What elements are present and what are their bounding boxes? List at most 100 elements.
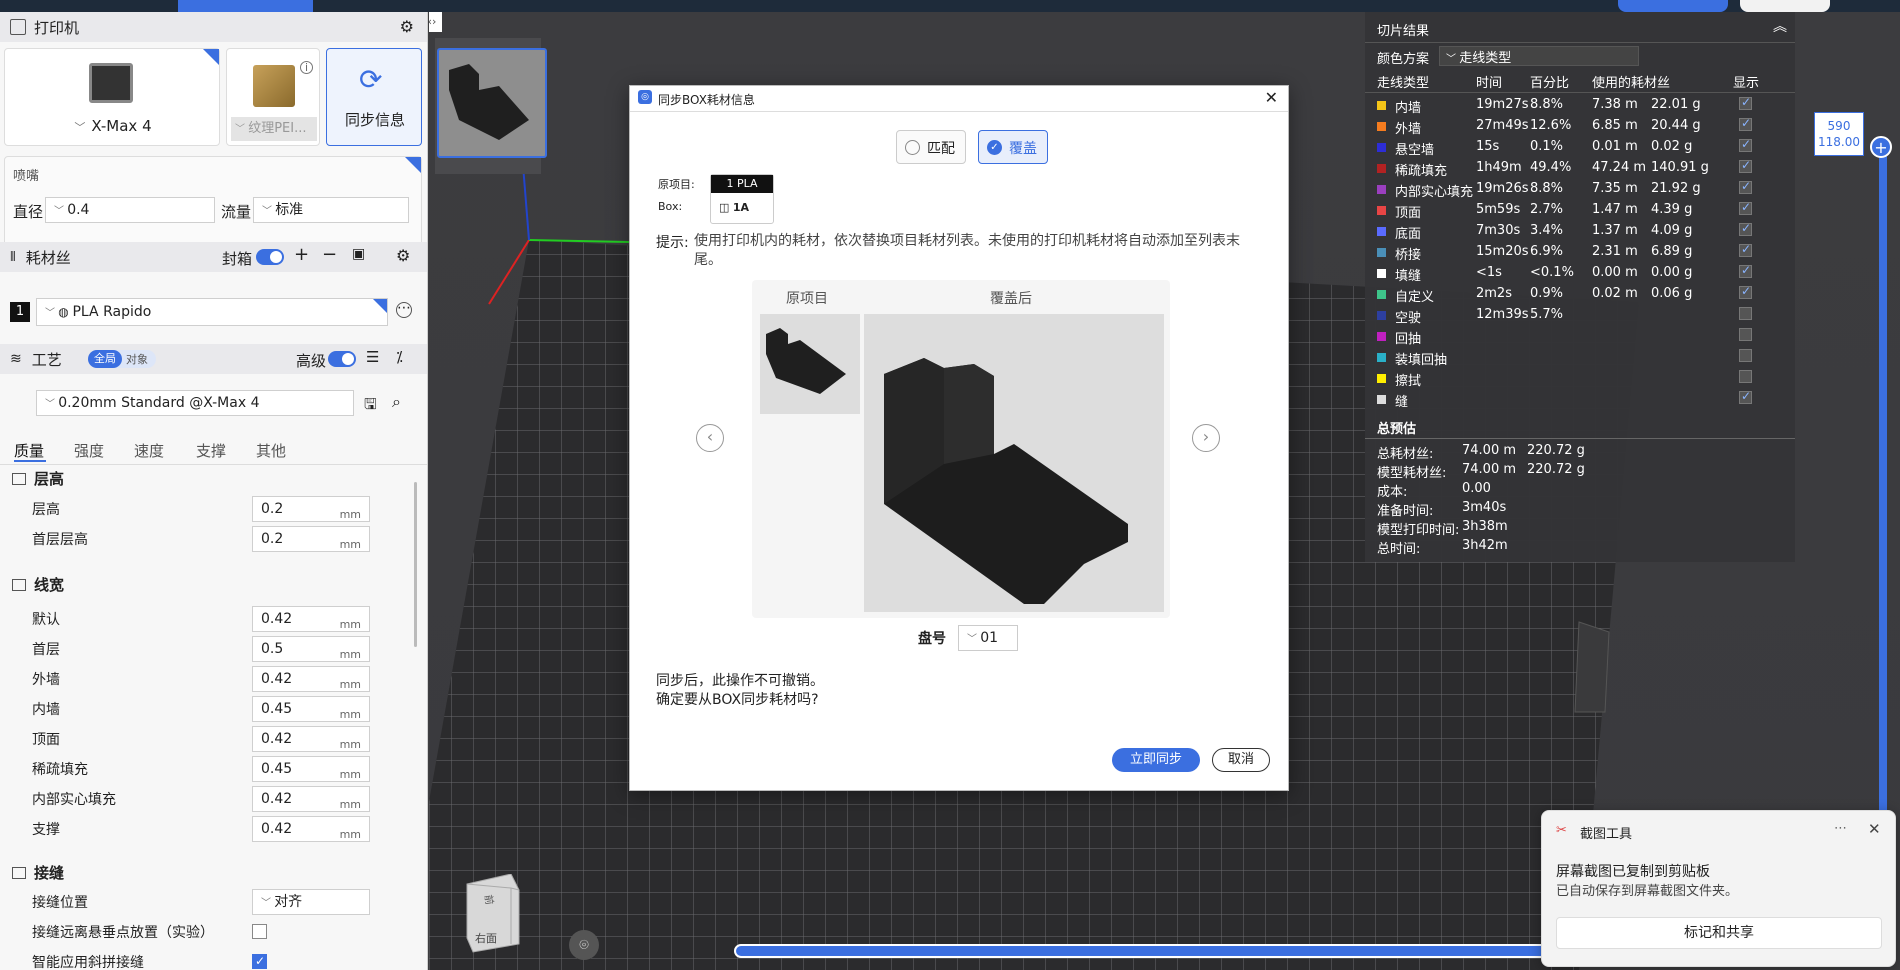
close-icon[interactable]: ✕ <box>1265 88 1278 107</box>
compare-icon[interactable]: ⁒ <box>396 348 403 366</box>
list-icon[interactable]: ☰ <box>366 348 379 366</box>
markup-share-button[interactable]: 标记和共享 <box>1556 917 1882 949</box>
more-icon[interactable]: ⋯ <box>1834 821 1847 836</box>
navigation-cube[interactable]: 前 右面 <box>459 873 520 953</box>
mapping-card[interactable]: 1 PLA ◫ 1A <box>710 174 774 224</box>
cancel-button[interactable]: 取消 <box>1212 748 1270 772</box>
line-width-input[interactable]: 0.42 mm <box>252 786 370 812</box>
more-options-icon[interactable]: ⋯ <box>396 301 412 318</box>
line-type-swatch <box>1377 227 1386 236</box>
tray-select[interactable]: ﹀ 01 <box>958 625 1018 651</box>
sync-info-button[interactable]: ⟳ 同步信息 <box>326 48 422 146</box>
overwrite-option[interactable]: ✓ 覆盖 <box>978 130 1048 164</box>
line-type-time: <1s <box>1476 265 1502 280</box>
seam-position-select[interactable]: ﹀ 对齐 <box>252 889 370 915</box>
close-icon[interactable]: ✕ <box>1868 820 1881 838</box>
seam-far-checkbox[interactable] <box>252 924 267 939</box>
global-toggle[interactable]: 全局 <box>88 350 122 368</box>
line-type-name: 擦拭 <box>1395 374 1422 389</box>
layer-vertical-slider[interactable] <box>1879 154 1887 842</box>
color-scheme-select[interactable]: ﹀ 走线类型 <box>1439 46 1639 66</box>
calibrate-icon[interactable]: ▣ <box>352 246 365 262</box>
display-checkbox[interactable] <box>1739 263 1752 278</box>
display-checkbox[interactable] <box>1739 307 1752 320</box>
plate-thumbnail[interactable] <box>437 48 547 158</box>
line-type-percent: 0.9% <box>1530 286 1564 301</box>
advanced-toggle[interactable] <box>328 351 356 367</box>
minus-icon[interactable]: − <box>322 244 337 265</box>
line-width-input[interactable]: 0.42 mm <box>252 666 370 692</box>
box-label: Box: <box>658 200 683 213</box>
object-toggle[interactable]: 对象 <box>126 351 148 367</box>
display-checkbox[interactable] <box>1739 116 1752 131</box>
tab-support[interactable]: 支撑 <box>196 440 226 461</box>
active-tab-indicator[interactable] <box>178 0 313 12</box>
gear-icon[interactable]: ⚙ <box>396 246 410 265</box>
save-icon[interactable]: 🖫 <box>364 394 377 419</box>
display-checkbox[interactable] <box>1739 158 1752 173</box>
display-checkbox[interactable] <box>1739 370 1752 383</box>
line-width-input[interactable]: 0.42 mm <box>252 606 370 632</box>
line-width-input[interactable]: 0.45 mm <box>252 756 370 782</box>
add-icon[interactable]: + <box>294 244 309 265</box>
display-checkbox[interactable] <box>1739 389 1752 404</box>
dialog-title: 同步BOX耗材信息 <box>658 93 755 107</box>
previous-arrow-icon[interactable]: ‹ <box>696 424 724 452</box>
collapse-panel-icon[interactable]: ‹› <box>429 12 442 32</box>
line-width-value: 0.5 <box>261 641 284 657</box>
tab-other[interactable]: 其他 <box>256 440 286 461</box>
enclosure-toggle[interactable] <box>256 249 284 265</box>
color-scheme-value: 走线类型 <box>1459 51 1512 66</box>
layer-height-input[interactable]: 0.2 mm <box>252 496 370 522</box>
seam-scarf-checkbox[interactable] <box>252 954 267 969</box>
summary-value-2: 220.72 g <box>1527 462 1585 477</box>
filament-title: 耗材丝 <box>25 248 71 267</box>
advanced-label: 高级 <box>296 352 327 370</box>
process-preset-select[interactable]: ﹀ 0.20mm Standard @X-Max 4 <box>36 390 354 416</box>
summary-label: 总时间: <box>1377 542 1421 557</box>
display-checkbox[interactable] <box>1739 200 1752 215</box>
line-width-input[interactable]: 0.45 mm <box>252 696 370 722</box>
line-width-input[interactable]: 0.42 mm <box>252 726 370 752</box>
info-icon[interactable]: i <box>300 61 313 74</box>
gear-icon[interactable]: ⚙ <box>400 17 414 36</box>
flow-label: 流量 <box>221 203 252 221</box>
display-checkbox[interactable] <box>1739 328 1752 341</box>
scrollbar[interactable] <box>414 482 417 647</box>
diameter-select[interactable]: ﹀ 0.4 <box>45 197 215 223</box>
layer-horizontal-slider[interactable] <box>734 944 1594 958</box>
color-scheme-label: 颜色方案 <box>1377 52 1430 67</box>
search-icon[interactable]: ⌕ <box>392 392 401 412</box>
tab-strength[interactable]: 强度 <box>74 440 104 461</box>
layer-height-group: 层高 <box>12 468 64 489</box>
printer-card[interactable]: ﹀ X-Max 4 <box>4 48 220 146</box>
slider-handle-top[interactable]: + <box>1870 136 1892 158</box>
line-width-input[interactable]: 0.42 mm <box>252 816 370 842</box>
display-checkbox[interactable] <box>1739 284 1752 299</box>
first-layer-input[interactable]: 0.2 mm <box>252 526 370 552</box>
active-tab-underline <box>14 460 46 462</box>
display-checkbox[interactable] <box>1739 242 1752 257</box>
line-type-weight: 0.00 g <box>1651 265 1693 280</box>
filament-select[interactable]: ﹀ ◍ PLA Rapido <box>36 298 388 326</box>
next-arrow-icon[interactable]: › <box>1192 424 1220 452</box>
match-option[interactable]: 匹配 <box>896 130 966 164</box>
left-settings-panel: 打印机 ⚙ ﹀ X-Max 4 i ﹀ 纹理PEI... ⟳ 同步信息 喷嘴 直径… <box>0 12 428 970</box>
collapse-icon[interactable]: ︽ <box>1773 16 1787 36</box>
tab-speed[interactable]: 速度 <box>134 440 164 461</box>
display-checkbox[interactable] <box>1739 221 1752 236</box>
top-secondary-button[interactable] <box>1740 0 1830 12</box>
display-checkbox[interactable] <box>1739 349 1752 362</box>
top-action-button[interactable] <box>1618 0 1728 12</box>
plate-card[interactable]: i ﹀ 纹理PEI... <box>226 48 320 146</box>
unit-label: mm <box>339 708 361 721</box>
display-checkbox[interactable] <box>1739 95 1752 110</box>
flow-select[interactable]: ﹀ 标准 <box>253 197 409 223</box>
filament-name: PLA Rapido <box>72 304 152 320</box>
fit-view-icon[interactable]: ⌾ <box>569 930 599 960</box>
tab-quality[interactable]: 质量 <box>14 440 44 461</box>
display-checkbox[interactable] <box>1739 179 1752 194</box>
sync-now-button[interactable]: 立即同步 <box>1112 748 1200 772</box>
display-checkbox[interactable] <box>1739 137 1752 152</box>
line-width-input[interactable]: 0.5 mm <box>252 636 370 662</box>
